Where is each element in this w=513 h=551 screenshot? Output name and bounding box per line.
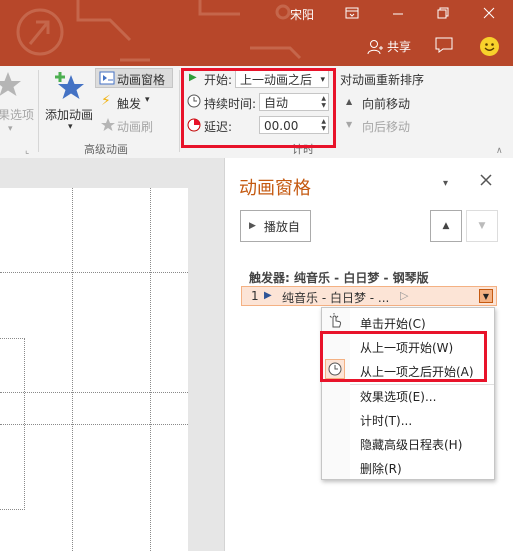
add-animation-dropdown-icon: ▾ xyxy=(68,122,73,132)
menu-item-label: 删除(R) xyxy=(360,462,402,476)
minimize-icon[interactable] xyxy=(386,4,410,22)
duration-value: 自动 xyxy=(264,96,289,110)
duration-input[interactable]: 自动 ▲ ▼ xyxy=(259,93,329,111)
start-dropdown-icon[interactable]: ▾ xyxy=(320,71,325,89)
media-play-icon: ▶ xyxy=(264,290,272,301)
share-label: 共享 xyxy=(387,40,412,54)
effect-options-dropdown-icon[interactable]: ▾ xyxy=(8,124,13,134)
guide-line xyxy=(150,188,151,551)
animation-item[interactable]: 1 ▶ 纯音乐 - 白日梦 - ... ▷ ▼ xyxy=(241,286,497,306)
move-later-label: 向后移动 xyxy=(362,120,411,134)
comment-icon[interactable] xyxy=(435,37,453,56)
menu-icon-column xyxy=(322,308,350,479)
move-up-button[interactable]: ▲ xyxy=(430,210,462,242)
menu-separator xyxy=(350,384,494,385)
delay-value: 00.00 xyxy=(264,119,299,133)
title-bar: 宋阳 共享 xyxy=(0,0,513,66)
person-icon xyxy=(367,39,383,54)
play-from-label: 播放自 xyxy=(263,219,300,234)
timeline-marker-icon: ▷ xyxy=(400,289,409,302)
start-label: 开始: xyxy=(204,73,233,87)
trigger-dropdown-icon: ▾ xyxy=(145,95,150,105)
menu-item-label: 单击开始(C) xyxy=(360,317,426,331)
play-icon: ▶ xyxy=(249,221,256,231)
pane-close-icon[interactable] xyxy=(480,174,492,189)
close-icon[interactable] xyxy=(477,4,501,22)
delay-spinner-icon[interactable]: ▲ ▼ xyxy=(321,118,326,132)
placeholder-box[interactable] xyxy=(0,338,25,510)
guide-line xyxy=(72,188,73,551)
timing-group-label: 计时 xyxy=(292,143,314,156)
advanced-animation-group-label: 高级动画 xyxy=(84,143,128,156)
move-down-icon: ▼ xyxy=(478,221,486,231)
delay-clock-icon xyxy=(187,118,201,135)
dialog-launcher-icon[interactable]: ⌞ xyxy=(25,146,29,156)
duration-clock-icon xyxy=(187,94,201,111)
delay-label: 延迟: xyxy=(204,120,233,134)
move-earlier-label: 向前移动 xyxy=(362,97,411,111)
guide-line xyxy=(0,424,188,425)
effect-options-star-icon xyxy=(0,70,22,101)
clock-icon xyxy=(328,362,342,379)
animation-item-number: 1 xyxy=(251,289,259,303)
checked-indicator xyxy=(325,359,345,379)
start-play-icon: ▶ xyxy=(189,72,197,83)
menu-item-label: 从上一项之后开始(A) xyxy=(360,365,474,379)
move-up-icon: ▲ xyxy=(442,221,450,231)
start-value: 上一动画之后 xyxy=(240,73,313,87)
share-button[interactable]: 共享 xyxy=(367,38,411,55)
menu-item-label: 效果选项(E)... xyxy=(360,390,437,404)
trigger-heading: 触发器: 纯音乐 - 白日梦 - 钢琴版 xyxy=(249,271,429,285)
add-animation-label: 添加动画 xyxy=(45,108,94,122)
animation-item-label: 纯音乐 - 白日梦 - ... xyxy=(282,291,390,305)
mouse-click-icon xyxy=(327,313,343,332)
chevron-down-icon: ▼ xyxy=(482,291,490,301)
animation-painter-icon xyxy=(100,117,116,134)
guide-line xyxy=(0,272,188,273)
trigger-label: 触发 xyxy=(117,97,142,111)
duration-label: 持续时间: xyxy=(204,97,257,111)
up-arrow-icon: ▲ xyxy=(346,97,353,106)
ribbon-separator xyxy=(38,70,39,152)
smiley-feedback-icon[interactable] xyxy=(480,37,499,56)
down-arrow-icon: ▼ xyxy=(346,120,353,129)
slide-canvas-area xyxy=(0,158,224,551)
menu-item-label: 从上一项开始(W) xyxy=(360,341,454,355)
animation-painter-label: 动画刷 xyxy=(117,120,154,134)
slide[interactable] xyxy=(0,188,188,551)
animation-pane-button[interactable]: 动画窗格 xyxy=(95,68,173,88)
menu-item-label: 计时(T)... xyxy=(360,414,413,428)
start-select[interactable]: 上一动画之后 ▾ xyxy=(235,70,329,88)
play-from-button[interactable]: ▶ 播放自 xyxy=(240,210,311,242)
guide-line xyxy=(0,392,188,393)
effect-options-label[interactable]: 果选项 xyxy=(0,106,34,123)
ribbon-display-options-icon[interactable] xyxy=(340,4,364,22)
lightning-icon: ⚡ xyxy=(101,93,111,109)
pane-title: 动画窗格 xyxy=(239,178,311,199)
duration-spinner-icon[interactable]: ▲ ▼ xyxy=(321,95,326,109)
reorder-label: 对动画重新排序 xyxy=(340,73,425,87)
collapse-ribbon-icon[interactable]: ∧ xyxy=(496,146,503,156)
animation-item-dropdown-button[interactable]: ▼ xyxy=(479,289,493,303)
user-name[interactable]: 宋阳 xyxy=(290,6,314,23)
delay-input[interactable]: 00.00 ▲ ▼ xyxy=(259,116,329,134)
move-down-button[interactable]: ▼ xyxy=(466,210,498,242)
pane-options-dropdown-icon[interactable]: ▾ xyxy=(443,178,448,189)
ribbon-separator xyxy=(179,70,180,152)
restore-icon[interactable] xyxy=(431,4,455,22)
add-animation-star-icon xyxy=(52,71,86,106)
ribbon: 果选项 ▾ ⌞ 添加动画 ▾ 动画窗格 ⚡ 触发 ▾ 动画刷 高级动画 ▶ 开始… xyxy=(0,66,513,159)
animation-pane-label: 动画窗格 xyxy=(117,73,166,87)
menu-item-label: 隐藏高级日程表(H) xyxy=(360,438,463,452)
context-menu: 单击开始(C) 从上一项开始(W) 从上一项之后开始(A) 效果选项(E)...… xyxy=(321,307,495,480)
animation-pane-icon xyxy=(99,71,115,88)
